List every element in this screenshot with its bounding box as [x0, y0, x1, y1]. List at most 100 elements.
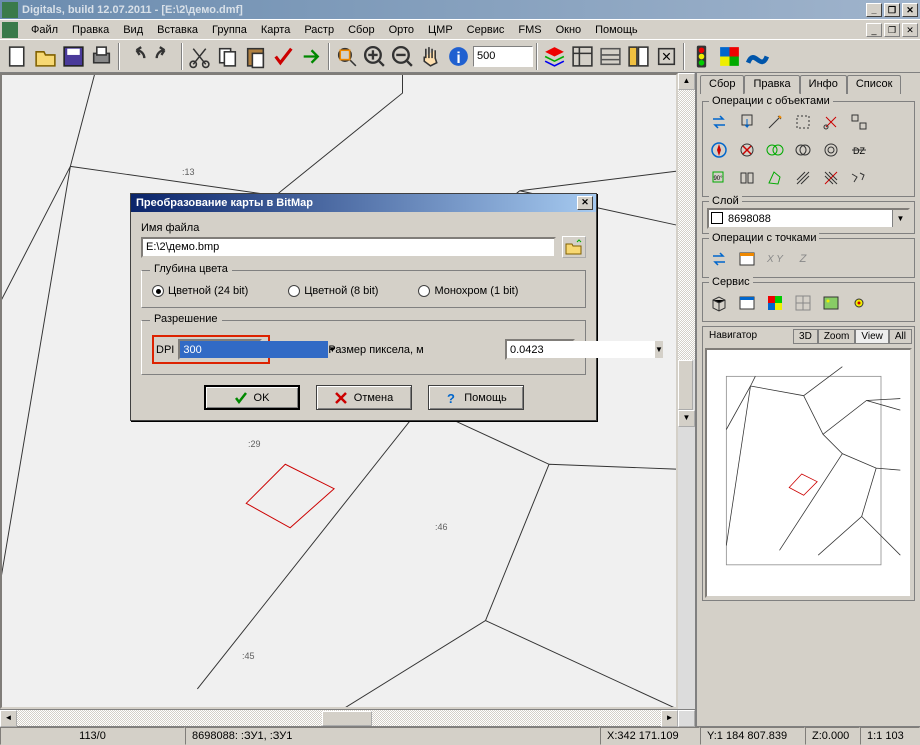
tab-list[interactable]: Список — [847, 75, 902, 94]
dialog-titlebar[interactable]: Преобразование карты в BitMap ✕ — [131, 194, 596, 212]
tool-d-button[interactable]: ✕ — [653, 43, 680, 70]
dialog-close-button[interactable]: ✕ — [577, 196, 593, 210]
radio-8bit[interactable]: Цветной (8 bit) — [288, 285, 378, 297]
menu-insert[interactable]: Вставка — [150, 22, 205, 38]
pan-button[interactable] — [417, 43, 444, 70]
swap-icon[interactable] — [707, 110, 731, 134]
poly-icon[interactable] — [763, 166, 787, 190]
file-input[interactable] — [141, 237, 556, 258]
layer-combo[interactable]: ▼ — [707, 208, 910, 229]
mdi-close[interactable]: ✕ — [902, 23, 918, 37]
redo-button[interactable] — [151, 43, 178, 70]
chevron-down-icon[interactable]: ▼ — [655, 341, 663, 358]
circles-icon[interactable] — [763, 138, 787, 162]
menu-map[interactable]: Карта — [254, 22, 297, 38]
svc-image-icon[interactable] — [819, 291, 843, 315]
radio-1bit[interactable]: Монохром (1 bit) — [418, 285, 518, 297]
curve-button[interactable] — [744, 43, 771, 70]
close-button[interactable]: ✕ — [902, 3, 918, 17]
menu-dem[interactable]: ЦМР — [421, 22, 460, 38]
tab-info[interactable]: Инфо — [800, 75, 847, 94]
menu-raster[interactable]: Растр — [297, 22, 341, 38]
menu-help[interactable]: Помощь — [588, 22, 645, 38]
scale-input[interactable] — [473, 46, 533, 67]
cut-obj-icon[interactable] — [819, 110, 843, 134]
pixel-size-input[interactable] — [507, 341, 655, 358]
zoom-out-button[interactable] — [389, 43, 416, 70]
menu-collect[interactable]: Сбор — [341, 22, 381, 38]
dpi-combo[interactable]: ▼ — [178, 339, 262, 360]
dz-icon[interactable]: DZ — [847, 138, 871, 162]
zoom-in-button[interactable] — [361, 43, 388, 70]
menu-view[interactable]: Вид — [116, 22, 150, 38]
tool-c-button[interactable] — [625, 43, 652, 70]
vertical-scrollbar[interactable]: ▲ ▼ — [678, 73, 695, 709]
browse-button[interactable] — [562, 236, 586, 258]
cut-button[interactable] — [186, 43, 213, 70]
radio-24bit[interactable]: Цветной (24 bit) — [152, 285, 248, 297]
tab-edit[interactable]: Правка — [744, 75, 799, 94]
svc-window-icon[interactable] — [735, 291, 759, 315]
compass-icon[interactable] — [707, 138, 731, 162]
svc-box-icon[interactable] — [707, 291, 731, 315]
menu-file[interactable]: Файл — [24, 22, 65, 38]
pts-calendar-icon[interactable] — [735, 247, 759, 271]
ring-icon[interactable] — [819, 138, 843, 162]
pts-xy-icon[interactable]: X Y — [763, 247, 787, 271]
mdi-restore[interactable]: ❐ — [884, 23, 900, 37]
menu-group[interactable]: Группа — [205, 22, 254, 38]
print-button[interactable] — [88, 43, 115, 70]
zoom-extents-button[interactable] — [333, 43, 360, 70]
menu-ortho[interactable]: Орто — [382, 22, 421, 38]
check-button[interactable] — [270, 43, 297, 70]
chevron-down-icon[interactable]: ▼ — [892, 210, 908, 227]
hatch3-icon[interactable] — [847, 166, 871, 190]
dpi-input[interactable] — [180, 341, 328, 358]
tab-collect[interactable]: Сбор — [700, 75, 744, 94]
hatch1-icon[interactable] — [791, 166, 815, 190]
pixel-size-combo[interactable]: ▼ — [505, 339, 575, 360]
svc-colors-icon[interactable] — [763, 291, 787, 315]
delete-icon[interactable] — [735, 138, 759, 162]
info-button[interactable]: i — [445, 43, 472, 70]
undo-button[interactable] — [123, 43, 150, 70]
menu-fms[interactable]: FMS — [511, 22, 548, 38]
overlap-icon[interactable] — [791, 138, 815, 162]
select-rect-icon[interactable] — [791, 110, 815, 134]
nav-zoom[interactable]: Zoom — [818, 329, 856, 344]
pts-z-icon[interactable]: Z — [791, 247, 815, 271]
nav-3d[interactable]: 3D — [793, 329, 818, 344]
new-button[interactable] — [4, 43, 31, 70]
hatch2-icon[interactable] — [819, 166, 843, 190]
copy-button[interactable] — [214, 43, 241, 70]
ok-button[interactable]: OK — [204, 385, 300, 410]
navigator-view[interactable] — [705, 348, 912, 598]
tool-b-button[interactable] — [597, 43, 624, 70]
save-button[interactable] — [60, 43, 87, 70]
rotate90-icon[interactable]: 90° — [707, 166, 731, 190]
mdi-minimize[interactable]: _ — [866, 23, 882, 37]
nav-view[interactable]: View — [855, 329, 889, 344]
open-button[interactable] — [32, 43, 59, 70]
layers-button[interactable] — [541, 43, 568, 70]
menu-window[interactable]: Окно — [549, 22, 589, 38]
cancel-button[interactable]: Отмена — [316, 385, 412, 410]
menu-service[interactable]: Сервис — [460, 22, 512, 38]
tool-a-button[interactable] — [569, 43, 596, 70]
paste-button[interactable] — [242, 43, 269, 70]
menu-edit[interactable]: Правка — [65, 22, 116, 38]
wand-icon[interactable] — [763, 110, 787, 134]
layer-input[interactable] — [725, 210, 892, 227]
svc-grid-icon[interactable] — [791, 291, 815, 315]
traffic-button[interactable] — [688, 43, 715, 70]
down-icon[interactable] — [735, 110, 759, 134]
maximize-button[interactable]: ❐ — [884, 3, 900, 17]
group-icon[interactable] — [847, 110, 871, 134]
forward-button[interactable] — [298, 43, 325, 70]
color-button[interactable] — [716, 43, 743, 70]
horizontal-scrollbar[interactable]: ◄ ► — [0, 709, 695, 726]
help-button[interactable]: ? Помощь — [428, 385, 524, 410]
minimize-button[interactable]: _ — [866, 3, 882, 17]
pts-swap-icon[interactable] — [707, 247, 731, 271]
flip-icon[interactable] — [735, 166, 759, 190]
